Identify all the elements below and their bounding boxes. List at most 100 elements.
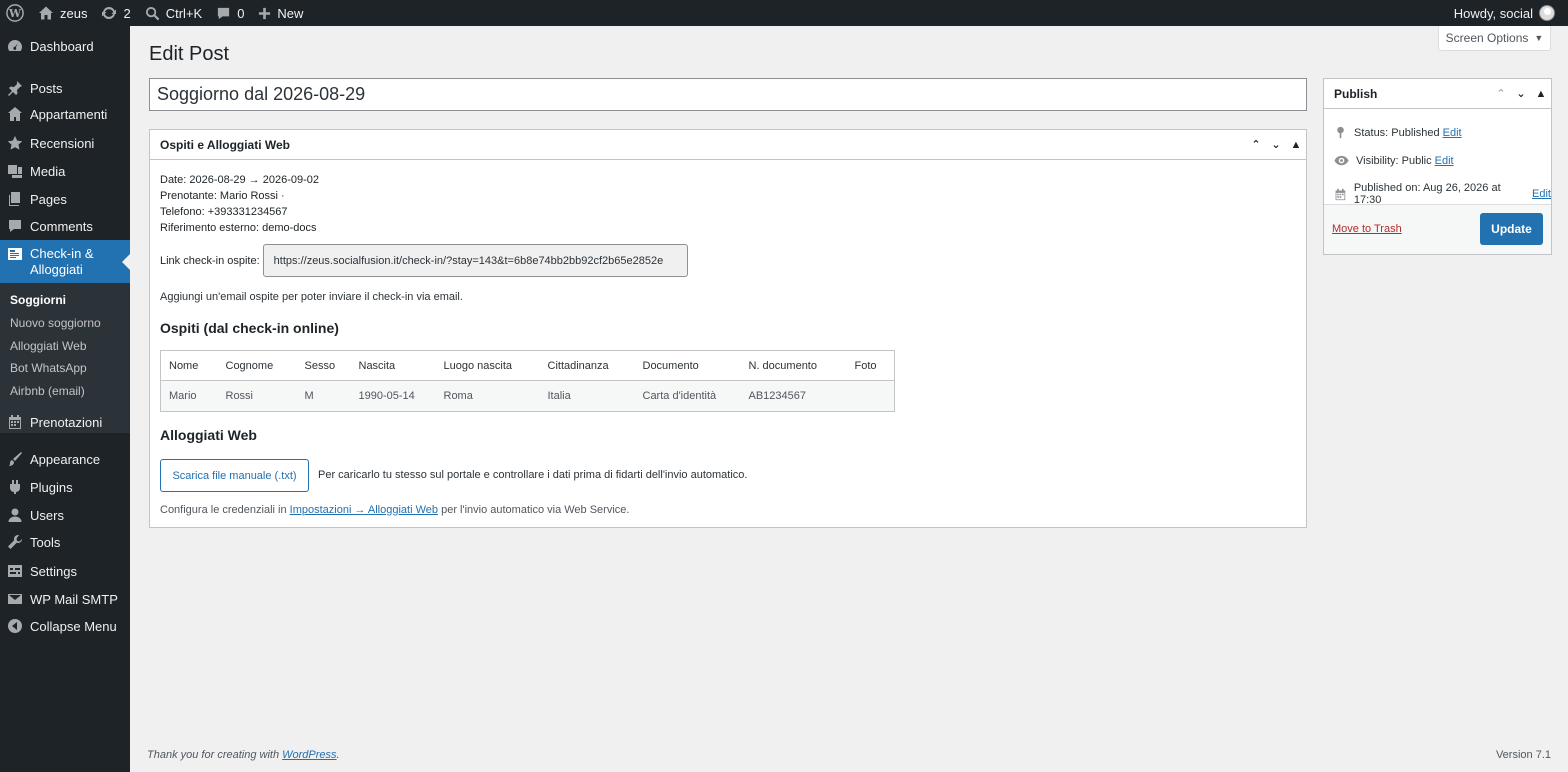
sidebar-item-check-in-alloggiati[interactable]: Check-in & Alloggiati: [0, 240, 130, 283]
home-icon: [39, 6, 53, 20]
publish-title: Publish: [1334, 86, 1378, 101]
table-row: Mario Rossi M 1990-05-14 Roma Italia Car…: [160, 380, 895, 412]
edit-visibility-link[interactable]: Edit: [1435, 155, 1454, 167]
media-icon: [8, 165, 22, 178]
wordpress-link[interactable]: WordPress: [282, 749, 336, 761]
my-account-link[interactable]: Howdy, social: [1447, 0, 1562, 26]
updates-count: 2: [123, 5, 131, 21]
main-content: Screen Options ▼ Edit Post Soggiorno dal…: [130, 26, 1568, 772]
site-name-link[interactable]: zeus: [31, 0, 94, 26]
stay-dates: Date: 2026-08-29 → 2026-09-02: [160, 174, 319, 186]
column-header: Foto: [846, 350, 895, 381]
new-content-link[interactable]: New: [251, 0, 310, 26]
toggle-panel-icon[interactable]: ▲: [1531, 88, 1551, 100]
comments-link[interactable]: 0: [209, 0, 251, 26]
search-button[interactable]: Ctrl+K: [138, 0, 209, 26]
sidebar-item-appartamenti[interactable]: Appartamenti: [0, 104, 130, 124]
published-on-row: Published on: Aug 26, 2026 at 17:30 Edit: [1334, 182, 1551, 206]
sidebar-item-wp-mail-smtp[interactable]: WP Mail SMTP: [0, 589, 130, 609]
sidebar-item-label: Appearance: [30, 451, 101, 467]
sidebar-item-label: Tools: [30, 534, 61, 550]
updates-link[interactable]: 2: [94, 0, 137, 26]
wordpress-logo-button[interactable]: W: [0, 0, 31, 26]
update-button[interactable]: Update: [1480, 213, 1543, 245]
mail-icon: [8, 594, 22, 604]
sidebar-item-label: Recensioni: [30, 135, 95, 151]
footer-thanks-text: Thank you for creating with: [147, 749, 280, 761]
sidebar-item-plugins[interactable]: Plugins: [0, 477, 130, 497]
submenu-item-soggiorni[interactable]: Soggiorni: [10, 293, 66, 307]
sidebar-item-label: Media: [30, 163, 66, 179]
guests-section-title: Ospiti (dal check-in online): [160, 320, 339, 336]
column-header: Nome: [160, 350, 218, 381]
column-header: Cognome: [217, 350, 297, 381]
calendar-icon: [1335, 188, 1346, 200]
checkin-link-field[interactable]: https://zeus.socialfusion.it/check-in/?s…: [262, 244, 688, 277]
move-down-icon[interactable]: ⌄: [1266, 138, 1286, 151]
sidebar-item-recensioni[interactable]: Recensioni: [0, 133, 130, 153]
cell-cittadinanza: Italia: [539, 380, 635, 412]
wordpress-icon: W: [6, 4, 24, 22]
settings-alloggiati-link[interactable]: Impostazioni → Alloggiati Web: [290, 504, 438, 516]
checkin-link-row: Link check-in ospite: https://zeus.socia…: [160, 244, 688, 277]
dashboard-icon: [8, 40, 22, 51]
page-icon: [9, 192, 20, 206]
stay-details: Date: 2026-08-29 → 2026-09-02 Prenotante…: [160, 172, 319, 236]
sidebar-item-label: Pages: [30, 191, 67, 207]
cell-nome: Mario: [160, 380, 218, 412]
settings-icon: [8, 565, 22, 577]
sidebar-item-label: Check-in & Alloggiati: [30, 245, 94, 277]
submenu-item-bot-whatsapp[interactable]: Bot WhatsApp: [10, 361, 87, 375]
stay-booker: Prenotante: Mario Rossi ·: [160, 190, 285, 202]
edit-status-link[interactable]: Edit: [1443, 127, 1462, 139]
metabox-header: Ospiti e Alloggiati Web ⌃ ⌄ ▲: [150, 130, 1306, 160]
column-header: Documento: [634, 350, 741, 381]
sidebar-item-label: Appartamenti: [30, 106, 108, 122]
edit-date-link[interactable]: Edit: [1532, 188, 1551, 200]
sidebar-item-dashboard[interactable]: Dashboard: [0, 38, 130, 54]
visibility-status: Visibility: Public: [1356, 154, 1432, 167]
plus-icon: [259, 7, 271, 19]
submenu-item-airbnb-email[interactable]: Airbnb (email): [10, 384, 85, 398]
metabox-title: Ospiti e Alloggiati Web: [160, 137, 291, 152]
toggle-panel-icon[interactable]: ▲: [1286, 139, 1306, 151]
move-down-icon[interactable]: ⌄: [1511, 87, 1531, 100]
footer-thanks: Thank you for creating with WordPress.: [147, 749, 340, 761]
column-header: N. documento: [740, 350, 847, 381]
sidebar-item-pages[interactable]: Pages: [0, 189, 130, 209]
sidebar-item-comments[interactable]: Comments: [0, 216, 130, 236]
stay-external-ref: Riferimento esterno: demo-docs: [160, 222, 317, 234]
sidebar-item-label: Settings: [30, 563, 77, 579]
move-up-icon[interactable]: ⌃: [1491, 87, 1511, 100]
plugin-icon: [10, 480, 20, 494]
sidebar-item-label: Prenotazioni: [30, 414, 103, 430]
collapse-menu-button[interactable]: Collapse Menu: [0, 616, 130, 636]
comments-count: 0: [237, 5, 245, 21]
table-header-row: Nome Cognome Sesso Nascita Luogo nascita…: [160, 350, 895, 381]
sidebar-item-media[interactable]: Media: [0, 161, 130, 181]
sidebar-item-users[interactable]: Users: [0, 505, 130, 525]
download-manual-file-button[interactable]: Scarica file manuale (.txt): [160, 459, 309, 492]
sidebar-item-prenotazioni[interactable]: Prenotazioni: [0, 412, 130, 432]
calendar-icon: [9, 415, 21, 429]
sidebar-item-appearance[interactable]: Appearance: [0, 449, 130, 469]
move-to-trash-link[interactable]: Move to Trash: [1332, 223, 1402, 235]
sidebar-item-settings[interactable]: Settings: [0, 561, 130, 581]
download-description: Per caricarlo tu stesso sul portale e co…: [318, 469, 748, 481]
visibility-row: Visibility: Public Edit: [1334, 154, 1454, 167]
sidebar-item-tools[interactable]: Tools: [0, 532, 130, 552]
updates-icon: [102, 6, 117, 20]
config-credentials-note: Configura le credenziali in Impostazioni…: [160, 504, 629, 516]
move-up-icon[interactable]: ⌃: [1246, 138, 1266, 151]
cell-documento: Carta d'identità: [634, 380, 741, 412]
sidebar-item-posts[interactable]: Posts: [0, 78, 130, 98]
post-status-row: Status: Published Edit: [1334, 126, 1462, 139]
screen-options-button[interactable]: Screen Options ▼: [1438, 26, 1551, 51]
avatar: [1539, 5, 1555, 21]
submenu-item-nuovo-soggiorno[interactable]: Nuovo soggiorno: [10, 316, 101, 330]
svg-text:W: W: [8, 7, 22, 20]
caret-down-icon: ▼: [1534, 33, 1544, 43]
submenu-item-alloggiati-web[interactable]: Alloggiati Web: [10, 339, 87, 353]
post-title-input[interactable]: Soggiorno dal 2026-08-29: [149, 78, 1307, 111]
user-icon: [8, 508, 22, 522]
